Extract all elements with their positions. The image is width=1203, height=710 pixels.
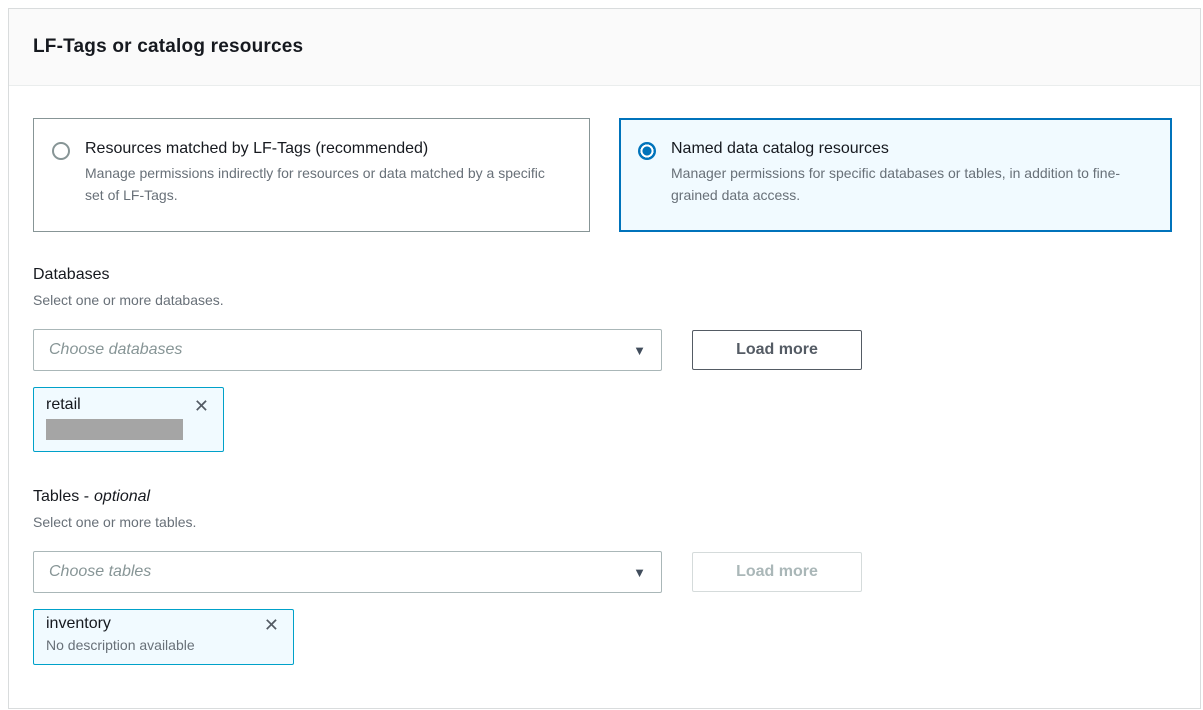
tables-select[interactable]: Choose tables ▼ <box>33 551 662 593</box>
tables-label-text: Tables - <box>33 488 89 505</box>
tile-description: Manage permissions indirectly for resour… <box>85 163 563 206</box>
tile-label: Named data catalog resources <box>671 140 1149 158</box>
tile-named-data-catalog-resources[interactable]: Named data catalog resources Manager per… <box>619 118 1172 232</box>
token-description: No description available <box>46 637 281 653</box>
redacted-description-bar <box>46 419 183 440</box>
token-name: inventory <box>46 615 111 633</box>
tables-field: Tables - optional Select one or more tabl… <box>33 488 1176 665</box>
tables-help: Select one or more tables. <box>33 514 1176 530</box>
panel-header: LF-Tags or catalog resources <box>9 9 1200 86</box>
token-row: retail ✕ <box>46 396 211 416</box>
remove-table-token-icon[interactable]: ✕ <box>262 615 281 635</box>
tile-text: Named data catalog resources Manager per… <box>671 140 1149 210</box>
tables-controls: Choose tables ▼ Load more <box>33 551 1176 593</box>
panel-body: Resources matched by LF-Tags (recommende… <box>9 86 1200 665</box>
databases-load-more-button[interactable]: Load more <box>692 330 862 370</box>
remove-database-token-icon[interactable]: ✕ <box>192 396 211 416</box>
radio-selected-icon[interactable] <box>638 142 656 160</box>
chevron-down-icon: ▼ <box>633 566 646 579</box>
databases-label: Databases <box>33 266 1176 284</box>
radio-unselected-icon[interactable] <box>52 142 70 160</box>
databases-placeholder: Choose databases <box>49 341 182 359</box>
tables-optional-text: optional <box>94 488 150 505</box>
databases-field: Databases Select one or more databases. … <box>33 266 1176 452</box>
tables-placeholder: Choose tables <box>49 563 151 581</box>
databases-controls: Choose databases ▼ Load more <box>33 329 1176 371</box>
tile-text: Resources matched by LF-Tags (recommende… <box>85 140 563 210</box>
tile-label: Resources matched by LF-Tags (recommende… <box>85 140 563 158</box>
databases-help: Select one or more databases. <box>33 292 1176 308</box>
tile-description: Manager permissions for specific databas… <box>671 163 1149 206</box>
table-token-inventory: inventory ✕ No description available <box>33 609 294 665</box>
token-row: inventory ✕ <box>46 615 281 635</box>
resource-type-options: Resources matched by LF-Tags (recommende… <box>33 118 1176 232</box>
chevron-down-icon: ▼ <box>633 344 646 357</box>
tile-resources-matched-by-lf-tags[interactable]: Resources matched by LF-Tags (recommende… <box>33 118 590 232</box>
panel-title: LF-Tags or catalog resources <box>33 36 303 58</box>
token-name: retail <box>46 396 81 414</box>
tables-load-more-button-disabled[interactable]: Load more <box>692 552 862 592</box>
databases-select[interactable]: Choose databases ▼ <box>33 329 662 371</box>
tables-label: Tables - optional <box>33 488 1176 506</box>
lf-tags-or-catalog-resources-panel: LF-Tags or catalog resources Resources m… <box>8 8 1201 709</box>
database-token-retail: retail ✕ <box>33 387 224 452</box>
